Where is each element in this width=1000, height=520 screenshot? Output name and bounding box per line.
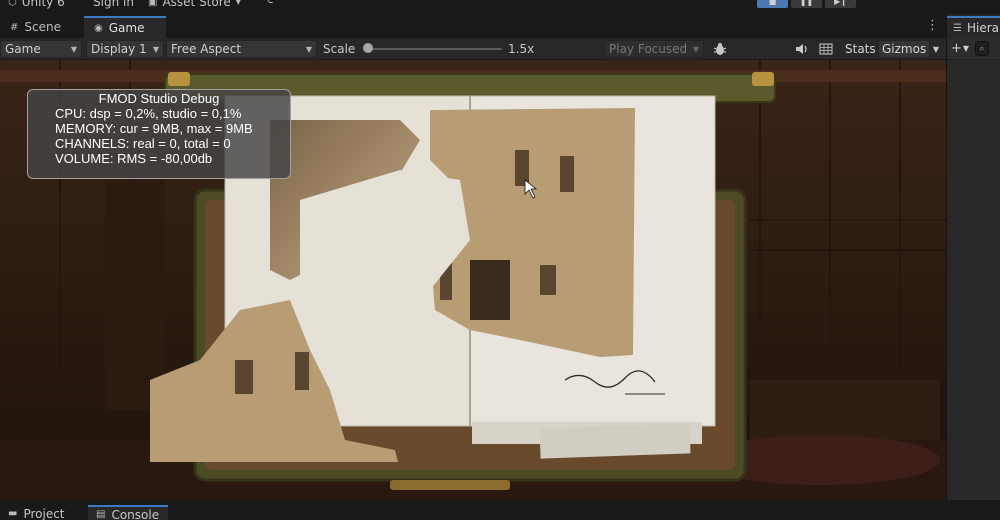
chevron-down-icon: ▼ <box>692 44 699 54</box>
app-name: Unity 6 <box>21 0 65 9</box>
fmod-cpu: CPU: dsp = 0,2%, studio = 0,1% <box>55 106 242 121</box>
editor-tab-row: # Scene ◉ Game ⋮ <box>0 14 946 38</box>
chevron-down-icon[interactable]: ▼ <box>963 44 969 53</box>
play-focused-value: Play Focused <box>609 42 688 56</box>
tab-project-label: Project <box>23 506 65 520</box>
unity-logo-icon: ⬡ <box>8 0 17 8</box>
play-controls: ■ ❚❚ ▶❙ <box>757 0 856 8</box>
step-icon: ▶❙ <box>834 0 847 6</box>
side-table <box>750 380 940 440</box>
display-dropdown[interactable]: Display 1 ▼ <box>86 40 164 58</box>
speaker-icon-svg <box>796 44 807 54</box>
fmod-debug-overlay: FMOD Studio Debug CPU: dsp = 0,2%, studi… <box>27 89 291 179</box>
sign-in-button[interactable]: Sign in <box>93 0 134 9</box>
fmod-volume: VOLUME: RMS = -80,00db <box>55 151 213 166</box>
aspect-value: Free Aspect <box>171 42 242 56</box>
branch-icon: ⌥ <box>262 0 274 6</box>
stats-button[interactable]: Stats <box>842 40 879 58</box>
play-focused-dropdown[interactable]: Play Focused ▼ <box>604 40 704 58</box>
game-toolbar: Game ▼ Display 1 ▼ Free Aspect ▼ Scale 1… <box>0 38 946 60</box>
hierarchy-panel: ☰ Hierarchy + ▼ ⌕ <box>946 14 1000 500</box>
version-control-button[interactable]: ⌥ <box>262 0 274 6</box>
stats-label: Stats <box>845 42 876 56</box>
gizmos-label: Gizmos <box>882 42 927 56</box>
game-view[interactable]: FMOD Studio Debug CPU: dsp = 0,2%, studi… <box>0 60 946 500</box>
asset-store-label: Asset Store <box>162 0 231 9</box>
speaker-icon[interactable] <box>793 41 811 57</box>
tab-game-label: Game <box>108 21 145 35</box>
sign-in-label: Sign in <box>93 0 134 9</box>
tab-scene-label: Scene <box>24 20 61 34</box>
search-icon[interactable]: ⌕ <box>975 41 990 56</box>
top-bar: ⬡ Unity 6 Sign in ▣ Asset Store ▾ ⌥ ■ ❚❚… <box>0 0 1000 14</box>
list-icon: ☰ <box>953 22 962 34</box>
chevron-down-icon: ▼ <box>70 44 77 54</box>
gizmos-button[interactable]: Gizmos <box>878 40 931 58</box>
tab-menu-icon[interactable]: ⋮ <box>926 18 939 33</box>
gamepad-icon: ◉ <box>94 22 103 34</box>
fmod-title: FMOD Studio Debug <box>98 91 220 106</box>
console-icon: ▤ <box>96 509 106 520</box>
tab-scene[interactable]: # Scene <box>0 16 71 38</box>
app-menu[interactable]: ⬡ Unity 6 <box>8 0 65 9</box>
suitcase-latch-left <box>168 72 190 86</box>
bottom-tab-row: ▬ Project ▤ Console <box>0 500 1000 520</box>
display-value: Display 1 <box>91 42 147 56</box>
scale-label: Scale <box>323 42 356 56</box>
tab-console[interactable]: ▤ Console <box>88 505 168 520</box>
scale-slider-handle[interactable] <box>363 43 374 53</box>
suitcase-latch-right <box>752 72 774 86</box>
bookshelf <box>105 180 165 410</box>
pause-button[interactable]: ❚❚ <box>791 0 822 8</box>
tab-hierarchy-label: Hierarchy <box>966 21 1000 35</box>
suitcase-handle <box>390 480 510 490</box>
fmod-memory: MEMORY: cur = 9MB, max = 9MB <box>55 121 253 136</box>
chevron-down-icon: ▾ <box>235 0 241 8</box>
chevron-down-icon: ▼ <box>305 44 312 54</box>
play-button[interactable]: ■ <box>757 0 788 8</box>
grid-layout-icon-svg <box>819 43 833 55</box>
aspect-dropdown[interactable]: Free Aspect ▼ <box>166 40 317 58</box>
grid-layout-icon[interactable] <box>817 41 835 57</box>
bug-icon-svg <box>713 43 727 55</box>
chevron-down-icon: ▼ <box>932 44 940 54</box>
stop-icon: ■ <box>768 0 777 6</box>
bug-icon[interactable] <box>711 41 729 57</box>
tab-project[interactable]: ▬ Project <box>0 505 73 520</box>
gizmos-dropdown-icon[interactable]: ▼ <box>927 41 945 57</box>
grid-icon: # <box>10 21 19 33</box>
asset-store-button[interactable]: ▣ Asset Store ▾ <box>148 0 241 9</box>
view-mode-dropdown[interactable]: Game ▼ <box>0 40 82 58</box>
tab-game[interactable]: ◉ Game <box>84 16 166 38</box>
store-icon: ▣ <box>148 0 158 8</box>
hierarchy-toolbar: + ▼ ⌕ <box>947 38 1000 60</box>
scale-slider-track[interactable] <box>364 48 502 50</box>
loose-paper-2 <box>539 423 691 459</box>
step-button[interactable]: ▶❙ <box>825 0 856 8</box>
chevron-down-icon: ▼ <box>152 44 159 54</box>
view-mode-value: Game <box>5 42 41 56</box>
scale-value: 1.5x <box>508 42 535 56</box>
fmod-channels: CHANNELS: real = 0, total = 0 <box>55 136 231 151</box>
tab-hierarchy[interactable]: ☰ Hierarchy <box>947 16 1000 38</box>
add-icon[interactable]: + <box>951 41 962 56</box>
tab-console-label: Console <box>111 507 160 520</box>
folder-icon: ▬ <box>8 508 18 519</box>
pause-icon: ❚❚ <box>799 0 814 6</box>
